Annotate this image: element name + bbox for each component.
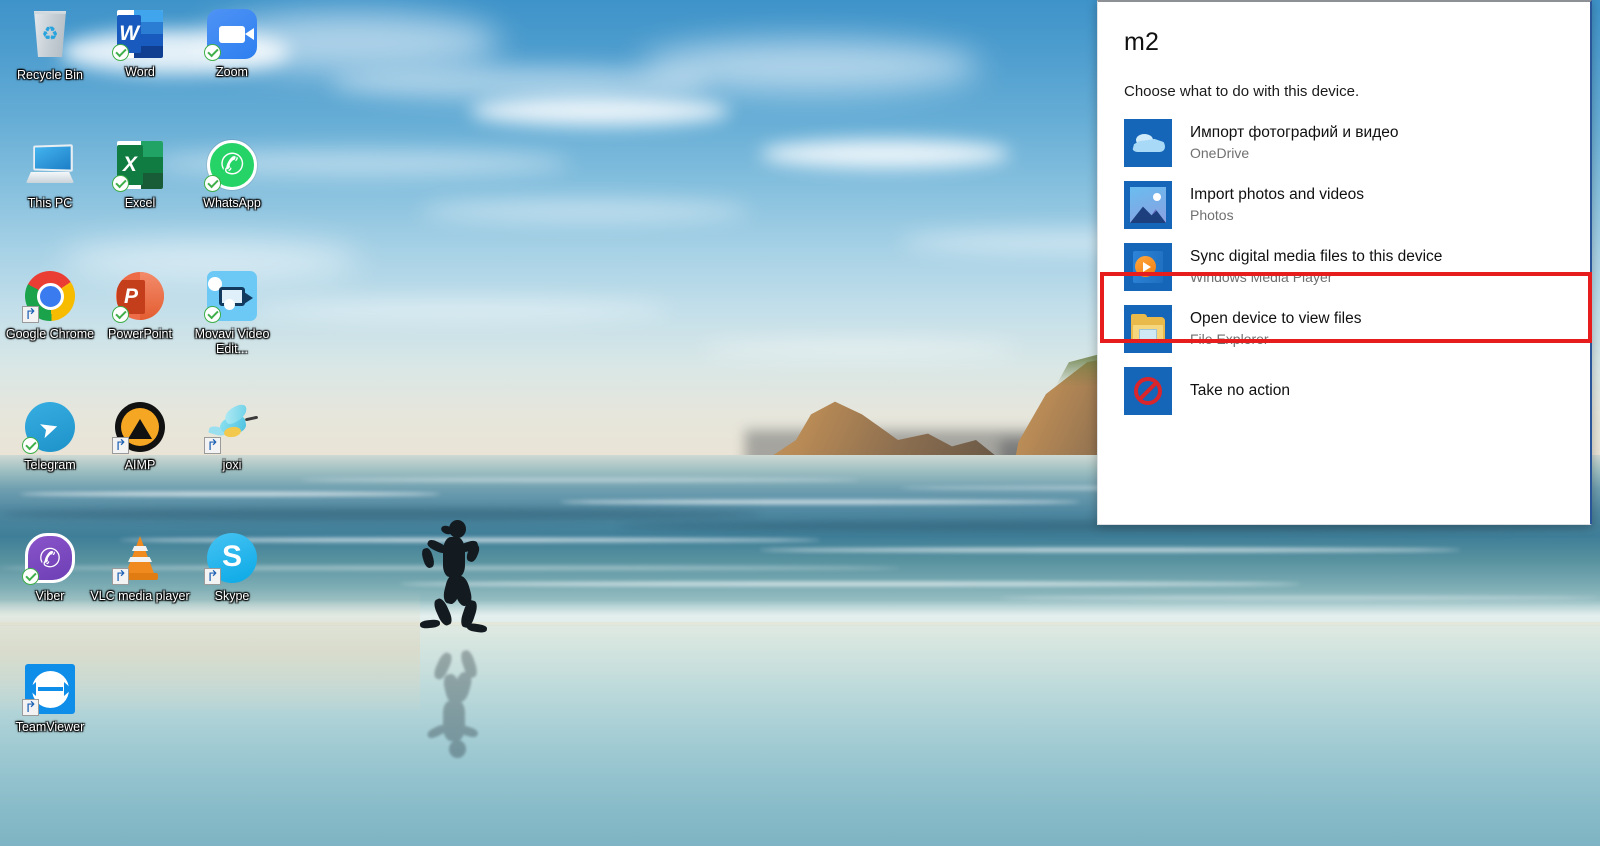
icon-glyph [112, 401, 166, 454]
onedrive-synced-badge-icon [22, 568, 39, 585]
desktop-icon-zoom[interactable]: Zoom [182, 8, 282, 80]
autoplay-option-primary: Take no action [1190, 382, 1290, 399]
autoplay-option-onedrive[interactable]: Импорт фотографий и видео OneDrive [1098, 112, 1590, 174]
icon-glyph [24, 11, 76, 63]
desktop-icon-label: Recycle Bin [17, 68, 83, 82]
onedrive-synced-badge-icon [112, 175, 129, 192]
shortcut-arrow-badge-icon [112, 568, 129, 585]
recycle-bin-icon [34, 11, 66, 57]
desktop-icon-label: WhatsApp [203, 196, 261, 210]
desktop-icon-label: joxi [222, 458, 242, 472]
desktop-icon-label: Viber [35, 589, 65, 603]
autoplay-option-text: Take no action [1190, 381, 1290, 401]
desktop-icon-word[interactable]: W Word [90, 8, 190, 80]
desktop-icon-powerpoint[interactable]: P PowerPoint [90, 270, 190, 342]
desktop-icon-label: PowerPoint [108, 327, 172, 341]
icon-glyph [22, 270, 76, 323]
autoplay-option-secondary: Photos [1190, 207, 1234, 223]
icon-glyph [22, 663, 76, 716]
icon-glyph [24, 139, 76, 191]
icon-glyph [204, 8, 258, 61]
shortcut-arrow-badge-icon [22, 699, 39, 716]
autoplay-option-text: Open device to view files File Explorer [1190, 309, 1361, 349]
desktop-icon-label: This PC [27, 196, 73, 210]
autoplay-option-secondary: File Explorer [1190, 331, 1269, 347]
autoplay-notification-panel[interactable]: m2 Choose what to do with this device. И… [1097, 0, 1592, 525]
desktop-icon-recycle-bin[interactable]: Recycle Bin [0, 8, 100, 83]
desktop-icon-label: AIMP [124, 458, 156, 472]
desktop-screen: Recycle Bin W Word Zoom This PC X Excel WhatsAp… [0, 0, 1600, 846]
icon-glyph [204, 401, 259, 454]
autoplay-option-text: Import photos and videos Photos [1190, 185, 1364, 225]
autoplay-option-windows-media-player[interactable]: Sync digital media files to this device W… [1098, 236, 1590, 298]
desktop-icon-label: TeamViewer [15, 720, 85, 734]
autoplay-option-photos[interactable]: Import photos and videos Photos [1098, 174, 1590, 236]
autoplay-option-primary: Импорт фотографий и видео [1190, 124, 1399, 141]
icon-glyph [204, 532, 258, 585]
shortcut-arrow-badge-icon [22, 306, 39, 323]
desktop-icon-label: Movavi Video Edit... [194, 327, 270, 356]
autoplay-option-secondary: OneDrive [1190, 145, 1250, 161]
desktop-icon-skype[interactable]: Skype [182, 532, 282, 604]
autoplay-option-text: Импорт фотографий и видео OneDrive [1190, 123, 1399, 163]
onedrive-synced-badge-icon [204, 175, 221, 192]
icon-glyph [204, 139, 258, 192]
desktop-icon-joxi[interactable]: joxi [182, 401, 282, 473]
autoplay-option-primary: Open device to view files [1190, 310, 1362, 327]
autoplay-option-primary: Import photos and videos [1190, 186, 1365, 203]
icon-glyph: X [112, 139, 166, 192]
icon-glyph [22, 401, 76, 454]
onedrive-synced-badge-icon [204, 306, 221, 323]
desktop-icon-movavi-video-edit[interactable]: Movavi Video Edit... [182, 270, 282, 357]
icon-glyph: P [112, 270, 166, 323]
shortcut-arrow-badge-icon [204, 568, 221, 585]
desktop-icon-vlc-media-player[interactable]: VLC media player [90, 532, 190, 604]
autoplay-option-secondary: Windows Media Player [1190, 269, 1333, 285]
desktop-icon-aimp[interactable]: AIMP [90, 401, 190, 473]
onedrive-synced-badge-icon [204, 44, 221, 61]
this-pc-icon [24, 139, 76, 191]
desktop-icon-viber[interactable]: Viber [0, 532, 100, 604]
desktop-icon-label: Zoom [216, 65, 248, 79]
onedrive-icon [1124, 119, 1172, 167]
no-action-icon [1124, 367, 1172, 415]
icon-glyph: W [112, 8, 166, 61]
device-name-title: m2 [1124, 28, 1160, 56]
autoplay-option-primary: Sync digital media files to this device [1190, 248, 1443, 265]
windows-media-player-icon [1124, 243, 1172, 291]
shortcut-arrow-badge-icon [204, 437, 221, 454]
desktop-icon-label: VLC media player [90, 589, 190, 603]
icon-glyph [22, 532, 76, 585]
autoplay-option-file-explorer[interactable]: Open device to view files File Explorer [1098, 298, 1590, 360]
onedrive-synced-badge-icon [112, 306, 129, 323]
file-explorer-icon [1124, 305, 1172, 353]
desktop-icon-grid: Recycle Bin W Word Zoom This PC X Excel WhatsAp… [0, 0, 1100, 846]
autoplay-prompt: Choose what to do with this device. [1124, 83, 1360, 100]
onedrive-synced-badge-icon [112, 44, 129, 61]
photos-icon [1124, 181, 1172, 229]
autoplay-option-list: Импорт фотографий и видео OneDrive Import … [1098, 112, 1590, 422]
desktop-icon-excel[interactable]: X Excel [90, 139, 190, 211]
desktop-icon-telegram[interactable]: Telegram [0, 401, 100, 473]
shortcut-arrow-badge-icon [112, 437, 129, 454]
autoplay-option-no-action[interactable]: Take no action [1098, 360, 1590, 422]
desktop-icon-label: Skype [214, 589, 250, 603]
desktop-icon-this-pc[interactable]: This PC [0, 139, 100, 211]
desktop-icon-label: Word [125, 65, 155, 79]
icon-glyph [112, 532, 166, 585]
autoplay-option-text: Sync digital media files to this device W… [1190, 247, 1442, 287]
desktop-icon-label: Excel [124, 196, 156, 210]
desktop-icon-teamviewer[interactable]: TeamViewer [0, 663, 100, 735]
desktop-icon-label: Telegram [24, 458, 76, 472]
desktop-icon-whatsapp[interactable]: WhatsApp [182, 139, 282, 211]
desktop-icon-google-chrome[interactable]: Google Chrome [0, 270, 100, 342]
onedrive-synced-badge-icon [22, 437, 39, 454]
desktop-icon-label: Google Chrome [5, 327, 95, 341]
icon-glyph [204, 270, 258, 323]
